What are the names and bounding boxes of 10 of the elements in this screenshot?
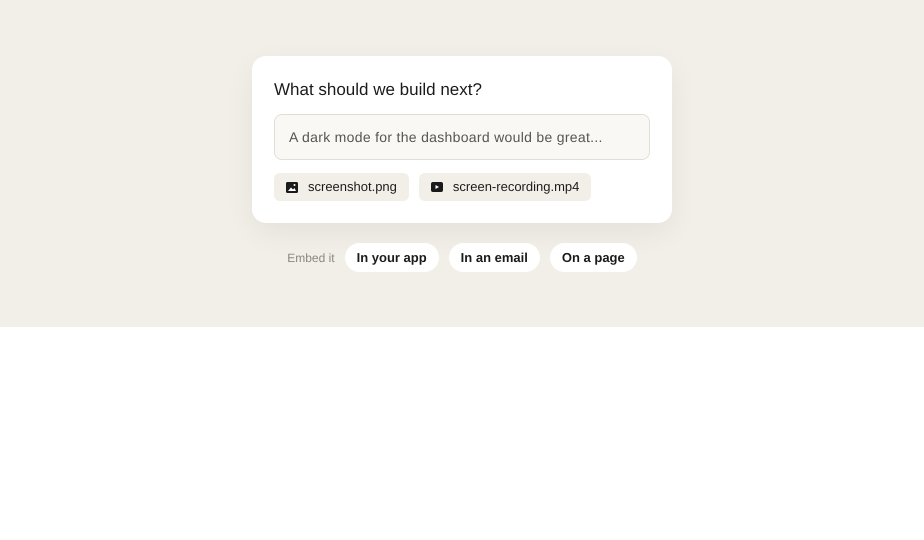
image-icon <box>286 182 298 192</box>
input-field[interactable]: A dark mode for the dashboard would be great... <box>274 114 650 160</box>
card-title: What should we build next? <box>274 79 483 101</box>
embed-option-button[interactable]: On a page <box>550 243 637 272</box>
embed-option-button[interactable]: In an email <box>448 243 540 272</box>
embed-option-button[interactable]: In your app <box>344 243 439 272</box>
attachment-chip[interactable]: screen-recording.mp4 <box>418 173 592 201</box>
embed-label: Embed it <box>287 250 335 266</box>
attachment-chip[interactable]: screenshot.png <box>274 173 409 201</box>
video-icon <box>430 182 443 192</box>
